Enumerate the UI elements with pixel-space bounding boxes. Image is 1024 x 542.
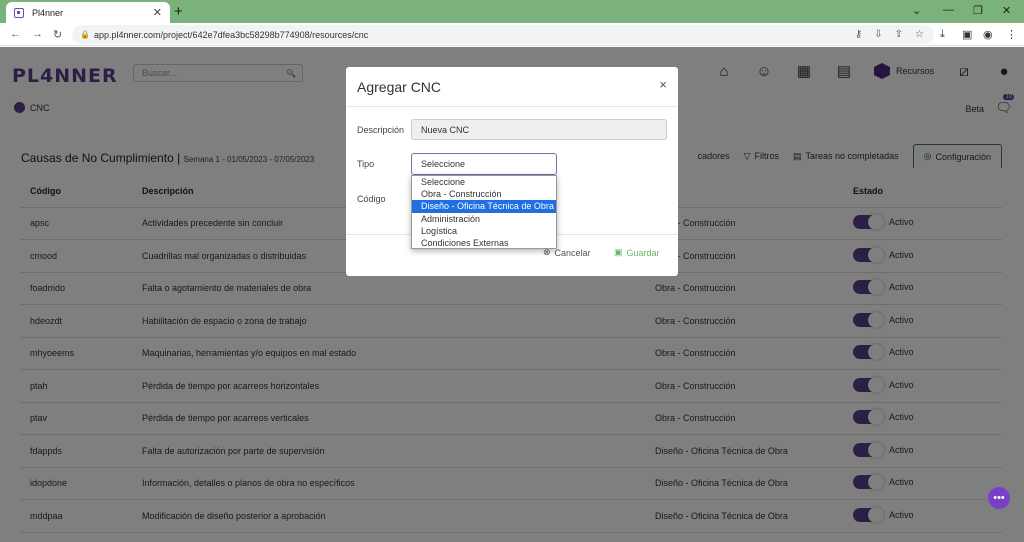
save-icon: ▣ [614, 247, 623, 257]
browser-tab-strip: Pl4nner ✕ + ⌄ — ❐ ✕ [0, 0, 1024, 23]
close-tab-icon[interactable]: ✕ [153, 6, 162, 19]
url-text: app.pl4nner.com/project/642e7dfea3bc5829… [94, 29, 369, 40]
descripcion-value: Nueva CNC [421, 124, 470, 135]
key-icon[interactable]: ⚷ [855, 29, 862, 40]
browser-tab[interactable]: Pl4nner ✕ [6, 2, 170, 23]
share-icon[interactable]: ⇪ [895, 29, 903, 40]
restore-icon[interactable]: ❐ [973, 4, 983, 17]
tipo-select[interactable]: Seleccione [411, 153, 557, 175]
sidebar-icon[interactable]: ▣ [962, 28, 972, 41]
save-button[interactable]: ▣ Guardar [614, 247, 660, 258]
minimize-icon[interactable]: — [943, 4, 954, 16]
chevron-down-icon[interactable]: ⌄ [912, 4, 921, 17]
modal-title: Agregar CNC [346, 67, 678, 107]
install-icon[interactable]: ⇩ [874, 29, 882, 40]
option-condiciones-externas[interactable]: Condiciones Externas [412, 237, 556, 249]
new-tab-icon[interactable]: + [174, 3, 183, 20]
download-icon[interactable]: ⤓ [940, 28, 945, 41]
option-diseno-oficina-tecnica[interactable]: Diseño - Oficina Técnica de Obra [412, 200, 556, 213]
option-logistica[interactable]: Logística [412, 225, 556, 237]
star-icon[interactable]: ☆ [915, 29, 924, 40]
back-icon[interactable]: ← [10, 28, 21, 40]
cancel-label: Cancelar [554, 247, 591, 258]
option-obra-construccion[interactable]: Obra - Construcción [412, 188, 556, 200]
favicon-icon [14, 7, 24, 18]
codigo-label: Código [357, 194, 386, 204]
reload-icon[interactable]: ↻ [53, 28, 62, 41]
more-actions-button[interactable]: ••• [988, 487, 1010, 509]
profile-icon[interactable]: ◉ [983, 28, 993, 41]
lock-icon: 🔒 [80, 30, 90, 39]
option-seleccione[interactable]: Seleccione [412, 176, 556, 188]
url-field[interactable]: 🔒 app.pl4nner.com/project/642e7dfea3bc58… [72, 25, 934, 44]
forward-icon[interactable]: → [32, 28, 43, 40]
address-bar: ← → ↻ 🔒 app.pl4nner.com/project/642e7dfe… [0, 23, 1024, 46]
close-window-icon[interactable]: ✕ [1002, 4, 1011, 17]
descripcion-label: Descripción [357, 125, 405, 135]
tipo-value: Seleccione [421, 159, 466, 169]
descripcion-input[interactable]: Nueva CNC [411, 119, 667, 140]
tab-title: Pl4nner [32, 7, 64, 18]
menu-icon[interactable]: ⋮ [1006, 28, 1017, 41]
tipo-label: Tipo [357, 159, 375, 169]
save-label: Guardar [626, 247, 660, 258]
close-icon[interactable]: × [659, 77, 667, 92]
tipo-dropdown-list: Seleccione Obra - Construcción Diseño - … [411, 175, 557, 249]
option-administracion[interactable]: Administración [412, 213, 556, 225]
